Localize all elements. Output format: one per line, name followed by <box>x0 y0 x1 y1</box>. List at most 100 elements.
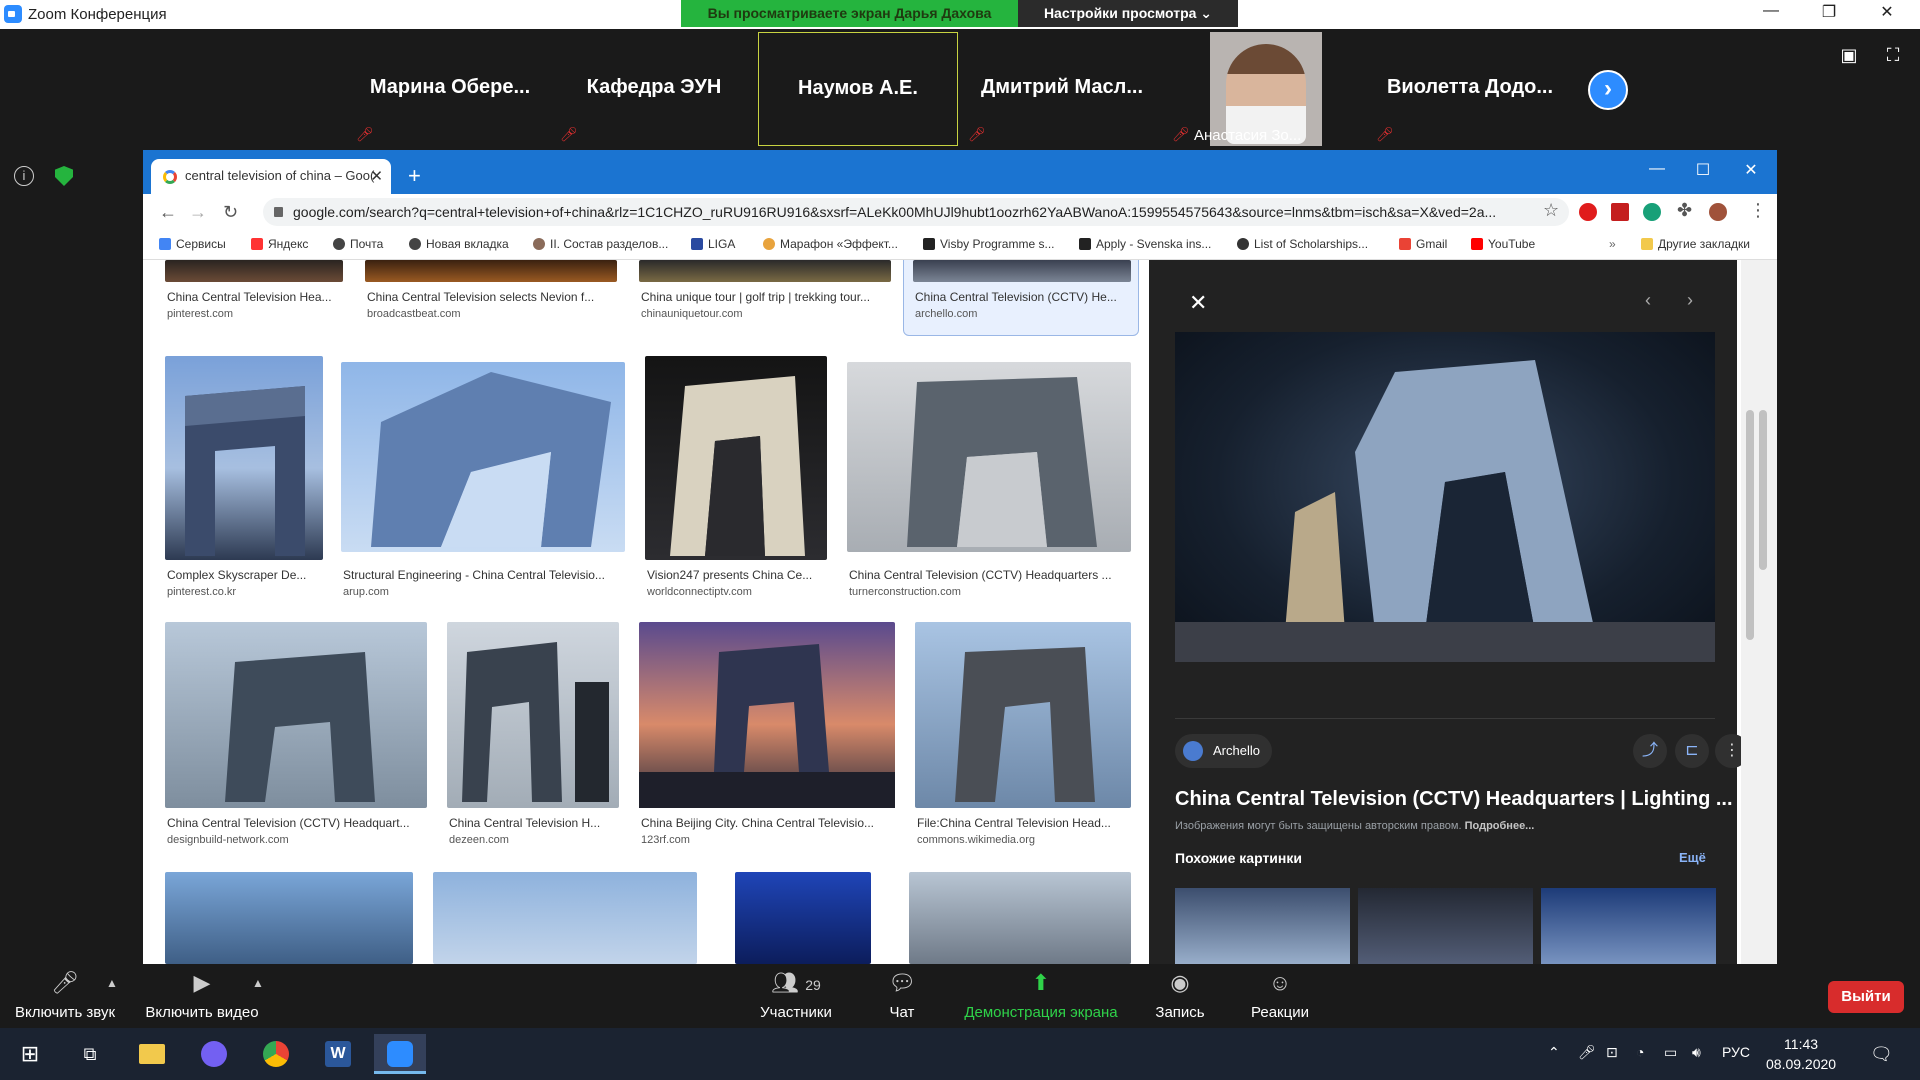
notifications-icon[interactable]: 🗨︎ <box>1870 1044 1893 1065</box>
restore-icon[interactable]: ❐ <box>1806 2 1852 22</box>
panel-close-icon[interactable]: ✕ <box>1189 290 1207 316</box>
viber-icon[interactable] <box>188 1034 240 1074</box>
tray-network-warning-icon[interactable]: ⊡ <box>1606 1044 1618 1061</box>
bookmark-yandex[interactable]: Яндекс <box>251 237 308 251</box>
browser-maximize-icon[interactable]: ☐ <box>1683 160 1723 180</box>
browser-close-icon[interactable]: ✕ <box>1731 160 1771 180</box>
bookmark-sections[interactable]: II. Состав разделов... <box>533 237 668 251</box>
tab-close-icon[interactable]: ✕ <box>370 167 383 185</box>
panel-scroll-thumb[interactable] <box>1746 410 1754 640</box>
browser-minimize-icon[interactable]: — <box>1637 160 1677 178</box>
image-result[interactable] <box>735 872 871 964</box>
participant-tile[interactable]: Марина Обере... 🎤︎ <box>350 32 550 146</box>
similar-image[interactable] <box>1175 888 1350 964</box>
image-result[interactable]: China Central Television selects Nevion … <box>365 260 617 332</box>
page-scrollbar[interactable] <box>1741 260 1777 964</box>
bookmark-liga[interactable]: LIGA <box>691 237 735 251</box>
chat-button[interactable]: 💬︎ Чат <box>880 970 924 1021</box>
bookmark-star-icon[interactable]: ☆ <box>1543 200 1559 221</box>
address-bar[interactable]: google.com/search?q=central+television+o… <box>263 198 1569 226</box>
similar-image[interactable] <box>1541 888 1716 964</box>
forward-icon[interactable]: → <box>189 202 207 223</box>
extensions-puzzle-icon[interactable]: ✤ <box>1677 200 1692 221</box>
next-page-button[interactable]: › <box>1588 70 1628 110</box>
profile-avatar[interactable] <box>1709 203 1727 221</box>
leave-meeting-button[interactable]: Выйти <box>1828 981 1904 1013</box>
bookmark-scholarships[interactable]: List of Scholarships... <box>1237 237 1368 251</box>
tray-volume-icon[interactable]: 🔊︎ <box>1692 1044 1701 1061</box>
chrome-menu-icon[interactable]: ⋮ <box>1749 200 1767 221</box>
windows-start-icon[interactable]: ⊞ <box>4 1034 56 1074</box>
tray-overflow-icon[interactable]: ⌃ <box>1548 1044 1560 1061</box>
bookmark-newtab[interactable]: Новая вкладка <box>409 237 509 251</box>
image-result[interactable]: China unique tour | golf trip | trekking… <box>639 260 891 332</box>
layout-icon[interactable]: ▣ <box>1836 45 1862 67</box>
bookmark-mail[interactable]: Почта <box>333 237 383 251</box>
chrome-icon[interactable] <box>250 1034 302 1074</box>
image-result[interactable]: Complex Skyscraper De... pinterest.co.kr <box>165 356 323 606</box>
file-explorer-icon[interactable] <box>126 1034 178 1074</box>
tray-battery-icon[interactable]: ▭ <box>1664 1044 1677 1061</box>
opera-extension-icon[interactable] <box>1579 203 1597 221</box>
share-icon[interactable]: ⤴ <box>1633 734 1667 768</box>
image-result[interactable]: File:China Central Television Head... co… <box>915 622 1131 856</box>
participant-tile[interactable]: Кафедра ЭУН 🎤︎ <box>554 32 754 146</box>
image-result[interactable] <box>909 872 1131 964</box>
participant-tile[interactable]: Дмитрий Масл... 🎤︎ <box>962 32 1162 146</box>
tray-mic-icon[interactable]: 🎤︎ <box>1578 1044 1596 1061</box>
bookmark-visby[interactable]: Visby Programme s... <box>923 237 1054 251</box>
new-tab-icon[interactable]: + <box>408 163 421 189</box>
minimize-icon[interactable]: — <box>1748 2 1794 20</box>
bookmark-gmail[interactable]: Gmail <box>1399 237 1447 251</box>
image-result-selected[interactable]: China Central Television (CCTV) He... ar… <box>913 260 1131 332</box>
more-similar-link[interactable]: Ещё <box>1679 850 1706 865</box>
word-icon[interactable]: W <box>312 1034 364 1074</box>
fullscreen-icon[interactable]: ⛶ <box>1880 45 1906 67</box>
preview-title[interactable]: China Central Television (CCTV) Headquar… <box>1175 788 1735 811</box>
bookmark-youtube[interactable]: YouTube <box>1471 237 1535 251</box>
image-result[interactable]: China Central Television (CCTV) Headquar… <box>847 362 1131 606</box>
browser-tab[interactable]: central television of china – Goo( ✕ <box>151 159 391 194</box>
participant-tile[interactable]: Виолетта Додо... 🎤︎ <box>1370 32 1570 146</box>
next-image-icon[interactable]: › <box>1687 290 1693 311</box>
image-result[interactable]: Structural Engineering - China Central T… <box>341 362 625 606</box>
image-result[interactable]: China Beijing City. China Central Televi… <box>639 622 895 856</box>
tray-wifi-icon[interactable]: ◔ <box>1636 1044 1644 1060</box>
task-view-icon[interactable]: ⧉ <box>64 1034 116 1074</box>
image-result[interactable]: China Central Television (CCTV) Headquar… <box>165 622 427 856</box>
back-icon[interactable]: ← <box>159 202 177 223</box>
participants-button[interactable]: 👥︎ 29 Участники <box>750 970 842 1021</box>
bookmarks-overflow-icon[interactable]: » <box>1609 237 1616 251</box>
record-button[interactable]: ◉ Запись <box>1148 970 1212 1021</box>
grammarly-extension-icon[interactable] <box>1643 203 1661 221</box>
share-screen-button[interactable]: ⬆ Демонстрация экрана <box>956 970 1126 1021</box>
preview-image[interactable] <box>1175 332 1715 662</box>
participant-tile-video[interactable]: 🎤︎ Анастасия Зо... <box>1166 32 1366 146</box>
audio-options-caret-icon[interactable]: ▲ <box>106 976 118 990</box>
bookmark-apps[interactable]: Сервисы <box>159 237 226 251</box>
image-result[interactable]: China Central Television H... dezeen.com <box>447 622 619 856</box>
image-result[interactable]: China Central Television Hea... pinteres… <box>165 260 343 332</box>
info-icon[interactable]: i <box>14 166 34 186</box>
pdf-extension-icon[interactable] <box>1611 203 1629 221</box>
bookmark-other[interactable]: Другие закладки <box>1641 237 1750 251</box>
participant-tile-active[interactable]: Наумов А.Е. <box>758 32 958 146</box>
unmute-button[interactable]: 🎤︎ Включить звук <box>10 970 120 1021</box>
start-video-button[interactable]: ▶︎ Включить видео <box>140 970 264 1021</box>
save-bookmark-icon[interactable]: ⊏ <box>1675 734 1709 768</box>
zoom-taskbar-icon[interactable] <box>374 1034 426 1074</box>
security-shield-icon[interactable] <box>55 166 73 186</box>
view-settings-button[interactable]: Настройки просмотра ⌄ <box>1018 0 1238 27</box>
image-result[interactable]: Vision247 presents China Ce... worldconn… <box>645 356 827 606</box>
taskbar-clock[interactable]: 11:43 08.09.2020 <box>1766 1034 1836 1074</box>
learn-more-link[interactable]: Подробнее... <box>1465 820 1535 832</box>
reload-icon[interactable]: ↻ <box>223 202 238 223</box>
page-scroll-thumb[interactable] <box>1759 410 1767 570</box>
source-chip[interactable]: Archello <box>1175 734 1272 768</box>
reactions-button[interactable]: ☺︎ Реакции <box>1244 970 1316 1021</box>
image-result[interactable] <box>433 872 697 964</box>
tray-language[interactable]: РУС <box>1722 1044 1750 1060</box>
image-result[interactable] <box>165 872 413 964</box>
close-icon[interactable]: ✕ <box>1864 2 1910 22</box>
prev-image-icon[interactable]: ‹ <box>1645 290 1651 311</box>
